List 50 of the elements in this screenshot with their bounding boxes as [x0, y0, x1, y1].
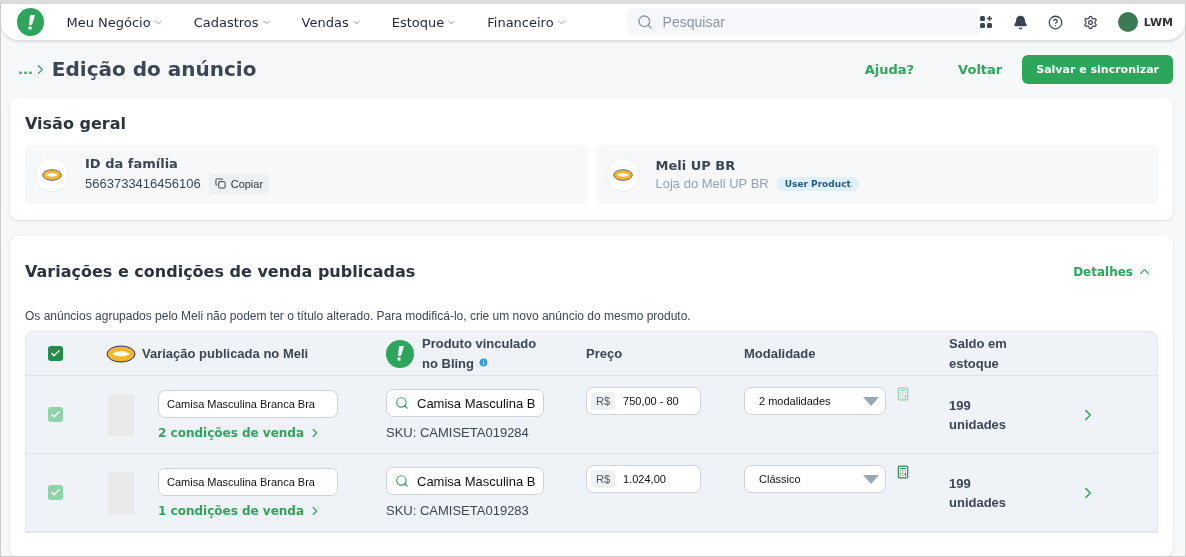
- column-header: Produto vinculado no Bling: [422, 334, 538, 373]
- search-input[interactable]: Pesquisar: [660, 13, 970, 31]
- settings-icon[interactable]: [1082, 14, 1098, 30]
- column-header: Preço: [586, 344, 624, 363]
- check-icon: [50, 487, 61, 498]
- section-title: Visão geral: [25, 114, 127, 133]
- currency-label: R$: [591, 392, 616, 410]
- stock-text: 199 unidades: [949, 396, 1008, 434]
- info-icon[interactable]: [477, 356, 489, 368]
- section-title: Variações e condições de venda publicadas: [25, 262, 416, 281]
- handshake-icon: [612, 168, 633, 181]
- select-all-checkbox[interactable]: [48, 346, 63, 361]
- search-icon: [636, 14, 653, 30]
- search-icon: [395, 474, 409, 488]
- nav-menu[interactable]: Estoque: [391, 14, 458, 30]
- copy-button[interactable]: Copiar: [208, 173, 270, 194]
- column-header: Saldo em estoque: [949, 334, 1008, 373]
- family-id: 5663733416456106: [85, 176, 201, 191]
- store-name: Meli UP BR: [655, 158, 737, 173]
- handshake-icon: [106, 344, 136, 363]
- currency-label: R$: [591, 470, 616, 488]
- family-label: ID da família: [85, 155, 179, 171]
- info-note: Os anúncios agrupados pelo Meli não podem ter o título alterado. Para modificá-lo, crie um novo anúncio do mesmo produto.: [25, 309, 692, 323]
- nav-menu[interactable]: Financeiro: [487, 14, 567, 30]
- sku-text: SKU: CAMISETA019284: [386, 425, 530, 440]
- user-product-badge: User Product: [776, 176, 859, 191]
- column-header: Variação publicada no Meli: [142, 344, 309, 363]
- search-icon: [395, 396, 409, 410]
- handshake-icon: [42, 168, 62, 181]
- search-field[interactable]: Pesquisar: [626, 8, 980, 36]
- apps-icon[interactable]: [979, 15, 993, 29]
- sku-text: SKU: CAMISETA019283: [386, 503, 530, 518]
- nav-menu[interactable]: Vendas: [301, 14, 362, 30]
- notifications-icon[interactable]: [1012, 14, 1028, 30]
- dropdown-caret-icon: [863, 396, 879, 406]
- bling-logo: [386, 339, 414, 368]
- nav-menu[interactable]: Cadastros: [193, 14, 272, 30]
- help-icon[interactable]: [1047, 14, 1063, 30]
- user-avatar[interactable]: [1117, 12, 1138, 32]
- copy-icon: [214, 178, 226, 189]
- check-icon: [50, 348, 61, 359]
- column-header: Modalidade: [744, 344, 817, 363]
- stock-text: 199 unidades: [949, 474, 1008, 512]
- dropdown-caret-icon: [863, 474, 879, 484]
- store-subtitle: Loja do Meli UP BR: [655, 176, 769, 191]
- nav-menu[interactable]: Meu Negócio: [66, 14, 164, 30]
- user-name: LWM: [1143, 15, 1173, 29]
- page-title: Edição do anúncio: [51, 57, 257, 81]
- check-icon: [50, 409, 61, 420]
- app-logo[interactable]: [17, 8, 45, 36]
